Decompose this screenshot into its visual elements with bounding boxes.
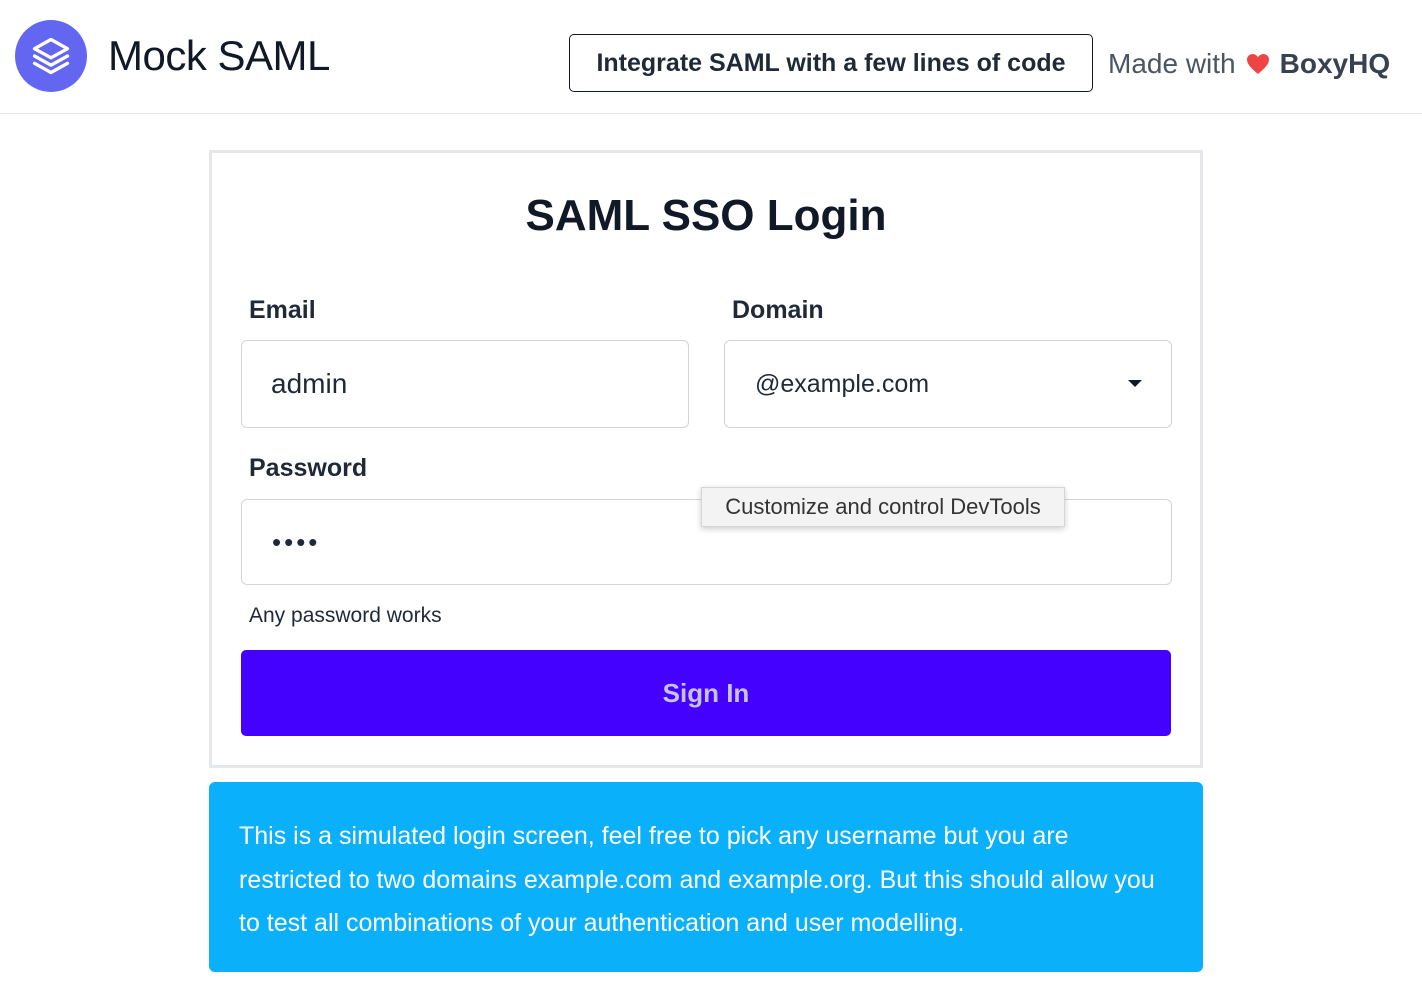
- email-field[interactable]: admin: [241, 340, 689, 428]
- domain-label: Domain: [732, 296, 824, 324]
- sign-in-button[interactable]: Sign In: [241, 650, 1171, 736]
- app-title[interactable]: Mock SAML: [108, 32, 330, 80]
- email-label: Email: [249, 296, 316, 324]
- top-header: Mock SAML Integrate SAML with a few line…: [0, 0, 1422, 114]
- page-title: SAML SSO Login: [525, 191, 887, 240]
- made-with-link[interactable]: Made with BoxyHQ: [1108, 44, 1390, 84]
- domain-select[interactable]: @example.com: [724, 340, 1172, 428]
- made-with-label: Made with: [1108, 48, 1236, 79]
- password-value: ••••: [272, 526, 321, 557]
- info-banner: This is a simulated login screen, feel f…: [209, 782, 1203, 972]
- password-helper-text: Any password works: [249, 604, 442, 627]
- brand-name: BoxyHQ: [1279, 48, 1391, 79]
- layers-icon: [32, 37, 70, 75]
- domain-value: @example.com: [755, 369, 930, 398]
- logo[interactable]: [15, 20, 87, 92]
- email-value: admin: [271, 368, 348, 399]
- info-text: This is a simulated login screen, feel f…: [239, 822, 1155, 937]
- devtools-tooltip: Customize and control DevTools: [701, 487, 1065, 527]
- password-label: Password: [249, 454, 368, 482]
- heart-icon: [1246, 54, 1269, 74]
- chevron-down-icon: [1128, 380, 1142, 387]
- login-card: SAML SSO Login Email admin Domain @examp…: [209, 150, 1203, 768]
- integrate-saml-button[interactable]: Integrate SAML with a few lines of code: [569, 34, 1093, 92]
